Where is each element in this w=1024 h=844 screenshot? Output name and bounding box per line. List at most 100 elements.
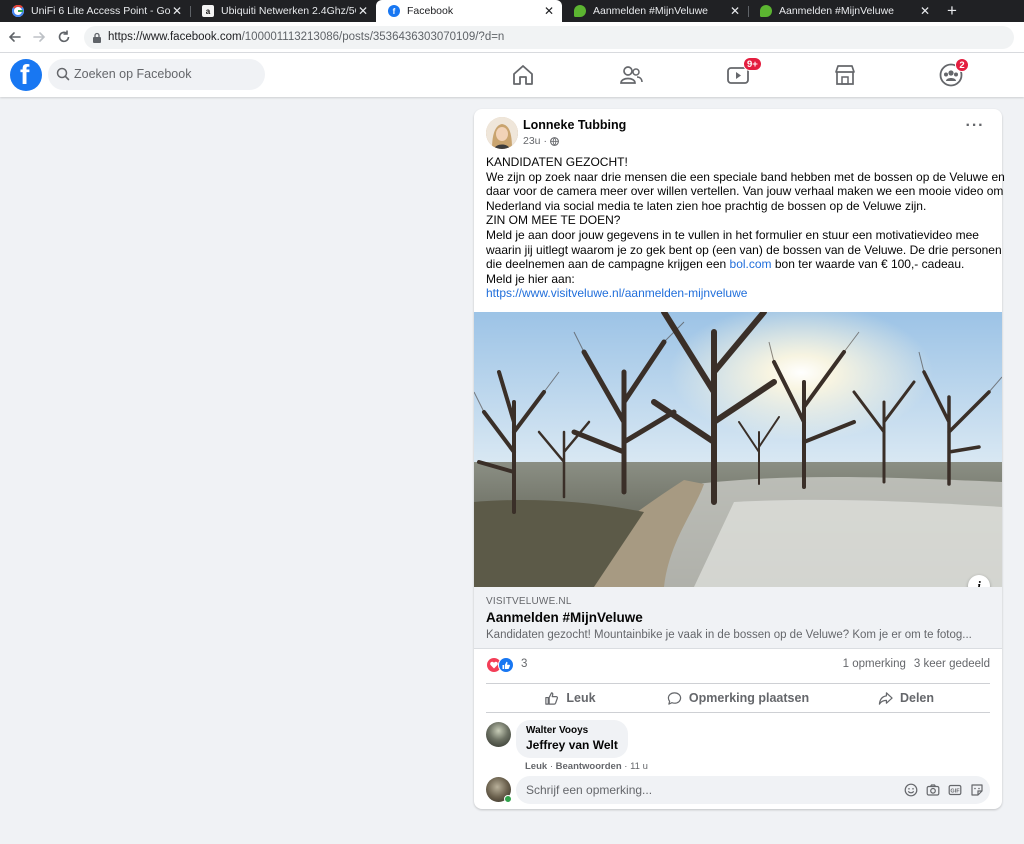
watch-badge: 9+: [743, 57, 762, 71]
amazon-icon: a: [202, 5, 214, 17]
post-text-line: https://www.visitveluwe.nl/aanmelden-mij…: [486, 286, 994, 301]
share-label: Delen: [899, 691, 935, 705]
url-field[interactable]: https://www.facebook.com/100001113213086…: [84, 26, 1014, 49]
post-actions: Leuk Opmerking plaatsen Delen: [486, 683, 990, 713]
text-fragment: bon ter waarde van € 100,- cadeau.: [771, 257, 965, 272]
comment-text-tag[interactable]: Jeffrey van Welt: [526, 738, 618, 752]
post-image[interactable]: [474, 312, 1002, 587]
gif-icon[interactable]: GIF: [948, 783, 962, 797]
frosty-forest-photo: [474, 312, 1002, 587]
comment-label: Opmerking plaatsen: [688, 691, 810, 705]
post-text-line: Meld je aan door jouw gegevens in te vul…: [486, 227, 979, 242]
link-description: Kandidaten gezocht! Mountainbike je vaak…: [486, 629, 972, 641]
comment-actions: Leuk · Beantwoorden · 11 u: [525, 761, 648, 772]
author-name[interactable]: Lonneke Tubbing: [523, 118, 626, 132]
reaction-count[interactable]: 3: [521, 658, 527, 670]
post-text-line: We zijn op zoek naar drie mensen die een…: [486, 169, 1005, 184]
svg-text:GIF: GIF: [950, 789, 960, 795]
comment-like-link[interactable]: Leuk: [525, 761, 547, 772]
link-domain: VISITVELUWE.NL: [486, 596, 572, 607]
post-text-line: waarin jij uitlegt waarom je zo gek bent…: [486, 242, 1002, 257]
close-tab-icon[interactable]: ✕: [918, 4, 932, 18]
tab-aanmelden-1[interactable]: Aanmelden #MijnVeluwe ✕: [562, 0, 748, 22]
comment-reply-link[interactable]: Beantwoorden: [556, 761, 622, 772]
post-card: Lonneke Tubbing 23u · ··· KANDIDATEN GEZ…: [474, 109, 1005, 809]
reload-icon[interactable]: [56, 29, 72, 45]
comment-count[interactable]: 1 opmerking: [843, 658, 906, 670]
commenter-name[interactable]: Walter Vooys: [526, 725, 618, 736]
tab-title: Facebook: [407, 5, 454, 17]
comment-time[interactable]: 11 u: [630, 761, 648, 772]
commenter-avatar[interactable]: [486, 722, 511, 747]
address-bar: https://www.facebook.com/100001113213086…: [0, 22, 1024, 53]
close-tab-icon[interactable]: ✕: [170, 4, 184, 18]
share-icon: [878, 691, 893, 705]
link-preview[interactable]: VISITVELUWE.NL Aanmelden #MijnVeluwe Kan…: [474, 587, 1002, 649]
bol-link[interactable]: bol.com: [730, 257, 772, 271]
friends-icon[interactable]: [618, 62, 644, 88]
facebook-top-nav: f 9+ 2: [0, 53, 1024, 97]
close-tab-icon[interactable]: ✕: [356, 4, 370, 18]
lock-icon[interactable]: [92, 32, 102, 43]
facebook-logo[interactable]: f: [10, 59, 42, 91]
globe-icon: [550, 136, 559, 146]
google-icon: [12, 5, 24, 17]
write-comment: GIF: [486, 776, 990, 806]
browser-tab-strip: UniFi 6 Lite Access Point - Google ✕ a U…: [0, 0, 1024, 22]
post-text-line: Meld je hier aan:: [486, 271, 575, 286]
close-tab-icon[interactable]: ✕: [728, 4, 742, 18]
author-avatar[interactable]: [486, 117, 518, 149]
signup-link[interactable]: https://www.visitveluwe.nl/aanmelden-mij…: [486, 286, 747, 300]
post-text-line: Nederland via social media te laten zien…: [486, 198, 927, 213]
home-icon[interactable]: [510, 62, 536, 88]
tab-facebook[interactable]: f Facebook ✕: [376, 0, 562, 22]
post-meta: 23u ·: [523, 135, 559, 147]
tab-title: Aanmelden #MijnVeluwe: [779, 5, 894, 17]
url-path: /100001113213086/posts/3536436303070109/…: [241, 31, 505, 43]
post-time[interactable]: 23u: [523, 135, 541, 147]
post-text-line: die deelnemen aan de campagne krijgen ee…: [486, 257, 994, 272]
close-tab-icon[interactable]: ✕: [542, 4, 556, 18]
comment-button[interactable]: Opmerking plaatsen: [654, 684, 822, 712]
tab-ubiquiti[interactable]: a Ubiquiti Netwerken 2.4Ghz/5Ghz ✕: [190, 0, 376, 22]
avatar-photo: [486, 117, 518, 149]
share-button[interactable]: Delen: [822, 684, 990, 712]
more-options-button[interactable]: ···: [964, 118, 986, 143]
back-arrow-icon[interactable]: [7, 29, 23, 45]
comment-bubble: Walter Vooys Jeffrey van Welt: [516, 720, 628, 758]
link-title[interactable]: Aanmelden #MijnVeluwe: [486, 610, 643, 625]
comment-icon: [667, 691, 682, 705]
post-text-line: ZIN OM MEE TE DOEN?: [486, 213, 621, 228]
comment-action-separator: ·: [547, 761, 556, 772]
tab-title: UniFi 6 Lite Access Point - Google: [31, 5, 170, 17]
marketplace-icon[interactable]: [832, 62, 858, 88]
online-status-dot: [504, 795, 512, 803]
veluwe-icon: [574, 5, 586, 17]
tab-aanmelden-2[interactable]: Aanmelden #MijnVeluwe ✕: [748, 0, 938, 22]
tab-unifi[interactable]: UniFi 6 Lite Access Point - Google ✕: [0, 0, 190, 22]
search-input[interactable]: [74, 65, 254, 83]
reaction-icons[interactable]: [486, 657, 516, 673]
comment-item: Walter Vooys Jeffrey van Welt Leuk · Bea…: [486, 720, 990, 774]
groups-badge: 2: [955, 58, 969, 72]
new-tab-button[interactable]: +: [944, 0, 960, 22]
facebook-search[interactable]: [48, 59, 265, 90]
camera-icon[interactable]: [926, 783, 940, 797]
url-text: https://www.facebook.com/100001113213086…: [108, 31, 504, 43]
sticker-icon[interactable]: [970, 783, 984, 797]
meta-separator: ·: [543, 135, 548, 147]
forward-arrow-icon[interactable]: [31, 29, 47, 45]
like-button[interactable]: Leuk: [486, 684, 654, 712]
post-text: KANDIDATEN GEZOCHT! We zijn op zoek naar…: [486, 155, 1005, 301]
search-icon: [56, 67, 70, 81]
text-fragment: die deelnemen aan de campagne krijgen ee…: [486, 257, 730, 272]
emoji-icon[interactable]: [904, 783, 918, 797]
comment-field[interactable]: GIF: [516, 776, 990, 804]
comment-action-separator: ·: [621, 761, 631, 772]
post-text-line: KANDIDATEN GEZOCHT!: [486, 155, 628, 169]
tab-title: Ubiquiti Netwerken 2.4Ghz/5Ghz: [221, 5, 356, 17]
facebook-icon: f: [388, 5, 400, 17]
comment-input[interactable]: [526, 782, 886, 798]
share-count[interactable]: 3 keer gedeeld: [914, 658, 990, 670]
post-stats: 1 opmerking 3 keer gedeeld: [835, 658, 990, 670]
